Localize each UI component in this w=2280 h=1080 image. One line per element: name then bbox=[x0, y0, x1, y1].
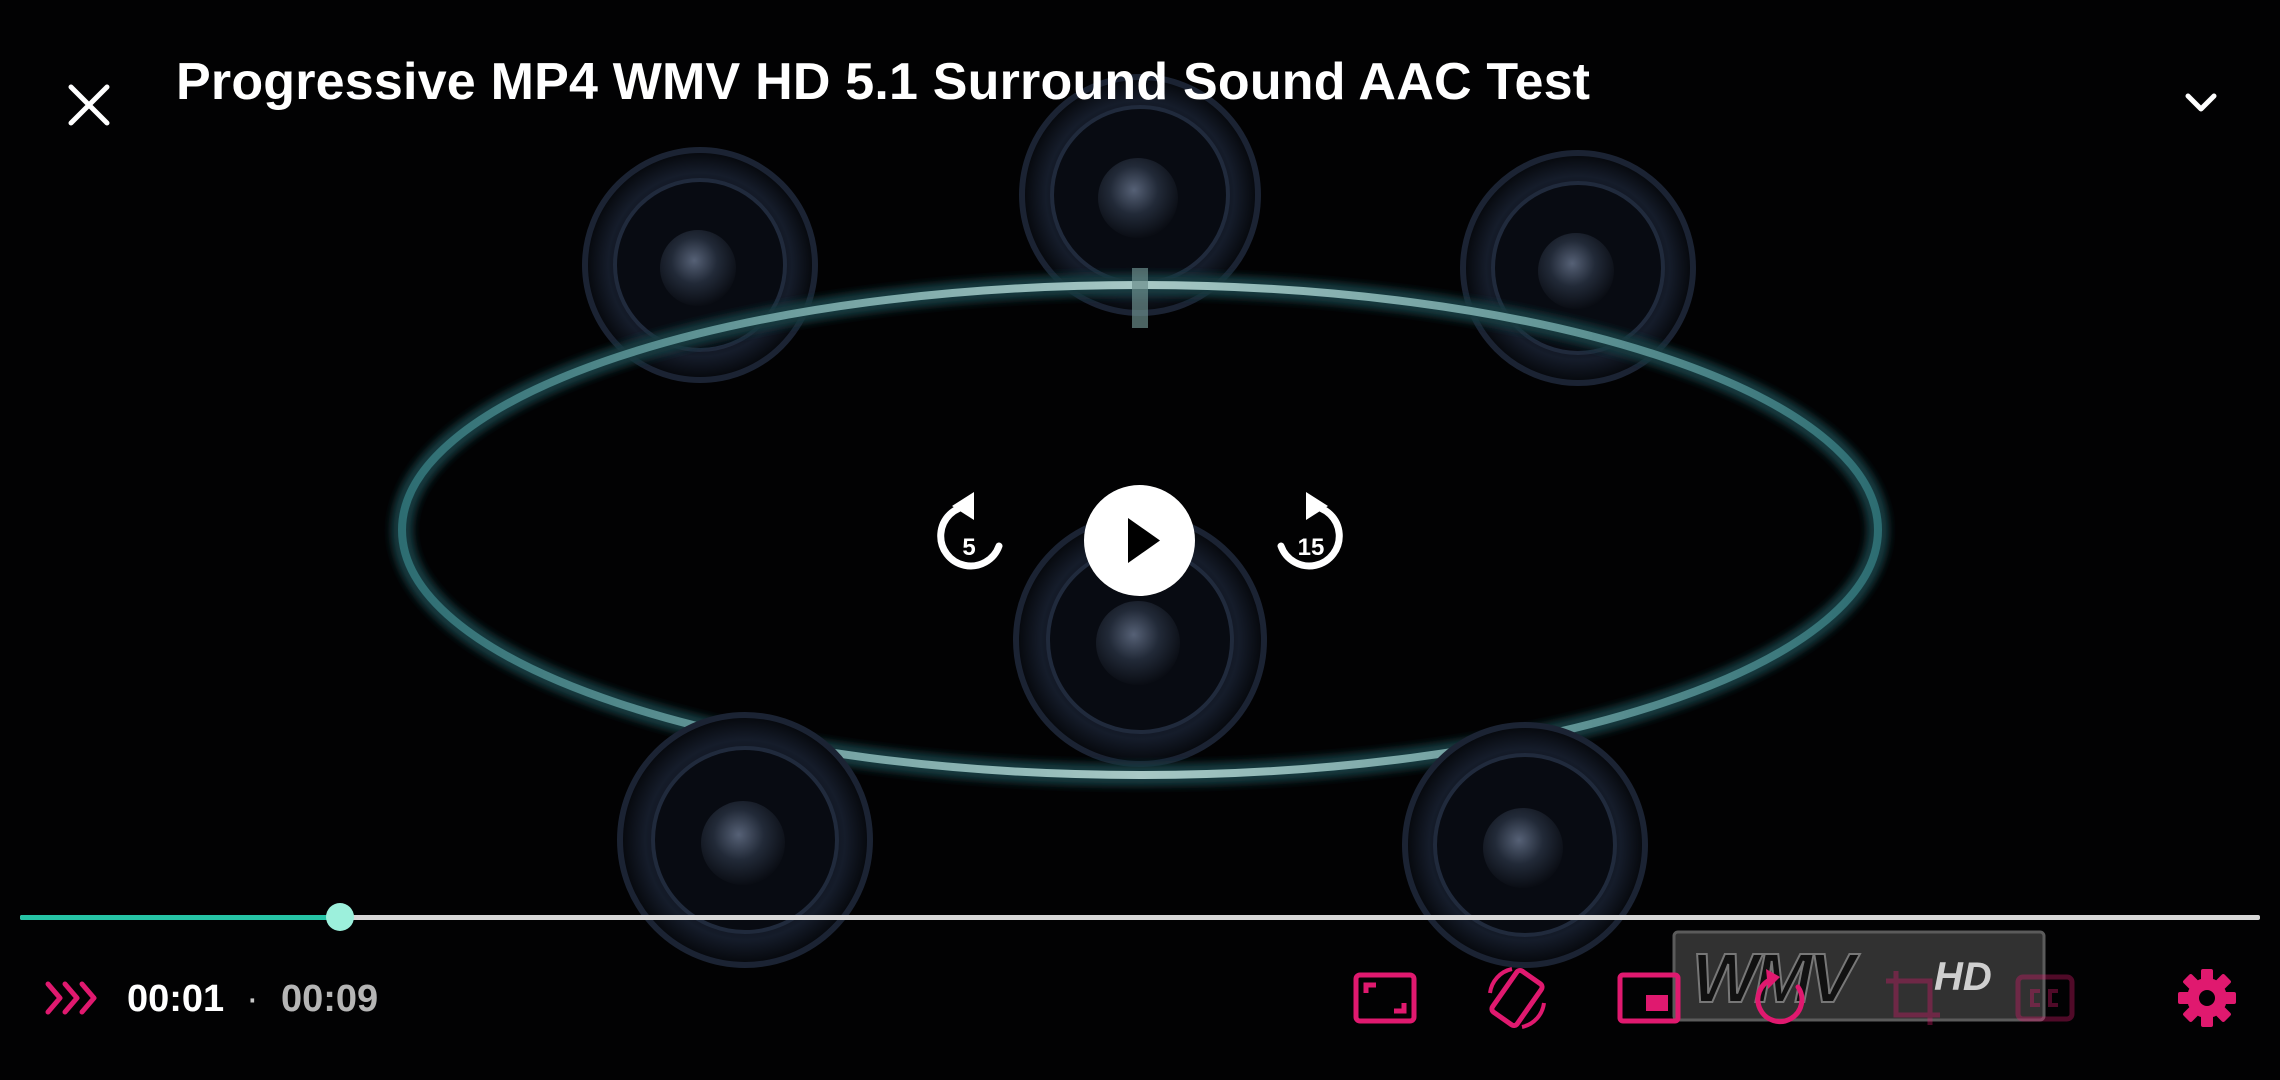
close-icon bbox=[68, 84, 110, 126]
screen-rotation-icon bbox=[1488, 967, 1546, 1029]
seek-bar[interactable] bbox=[20, 903, 2260, 931]
rewind-button[interactable]: 5 bbox=[924, 488, 1014, 588]
play-icon bbox=[1128, 518, 1160, 563]
collapse-button[interactable] bbox=[2176, 78, 2226, 128]
crop-button[interactable] bbox=[1878, 963, 1948, 1033]
repeat-one-icon bbox=[1755, 969, 1805, 1024]
repeat-button[interactable] bbox=[1746, 963, 1816, 1033]
captions-button[interactable] bbox=[2010, 963, 2080, 1033]
forward-seconds-label: 15 bbox=[1297, 534, 1325, 561]
play-button[interactable] bbox=[1084, 485, 1195, 596]
seek-thumb[interactable] bbox=[326, 903, 354, 931]
aspect-ratio-button[interactable] bbox=[1350, 963, 1420, 1033]
closed-captions-icon bbox=[2015, 974, 2075, 1022]
chevron-down-icon bbox=[2185, 93, 2217, 112]
aspect-ratio-icon bbox=[1353, 972, 1417, 1024]
top-bar: Progressive MP4 WMV HD 5.1 Surround Soun… bbox=[0, 0, 2280, 170]
speaker-front-left bbox=[617, 712, 873, 968]
total-duration: 00:09 bbox=[281, 978, 379, 1020]
picture-in-picture-icon bbox=[1617, 972, 1681, 1024]
playback-speed-button[interactable] bbox=[44, 976, 102, 1020]
picture-in-picture-button[interactable] bbox=[1614, 963, 1684, 1033]
seek-track[interactable] bbox=[20, 915, 2260, 920]
close-button[interactable] bbox=[54, 70, 124, 140]
speaker-front-right bbox=[1402, 722, 1648, 968]
seek-progress bbox=[20, 915, 340, 920]
bottom-bar: 00:01 · 00:09 bbox=[0, 960, 2280, 1040]
rewind-seconds-label: 5 bbox=[962, 534, 976, 561]
crop-icon bbox=[1886, 971, 1940, 1025]
rotate-screen-button[interactable] bbox=[1482, 963, 1552, 1033]
settings-button[interactable] bbox=[2172, 963, 2242, 1033]
triple-chevron-right-icon bbox=[45, 981, 97, 1015]
settings-gear-icon bbox=[2178, 969, 2236, 1027]
current-time: 00:01 bbox=[127, 978, 225, 1020]
forward-button[interactable]: 15 bbox=[1266, 488, 1356, 588]
time-separator: · bbox=[246, 978, 259, 1020]
video-title: Progressive MP4 WMV HD 5.1 Surround Soun… bbox=[176, 53, 1591, 111]
